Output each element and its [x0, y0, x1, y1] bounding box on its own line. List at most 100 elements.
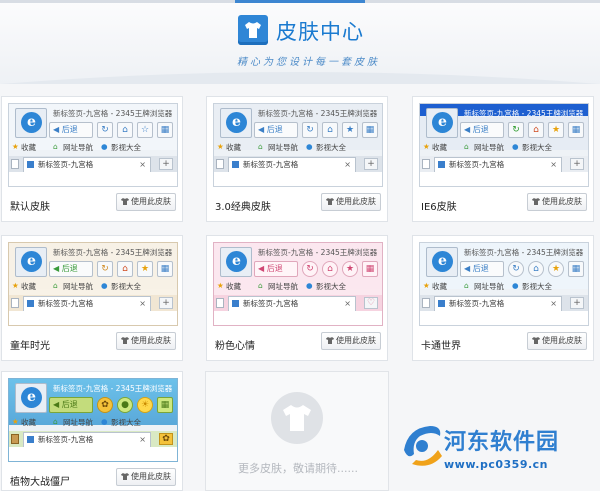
browser-logo-icon: e [426, 108, 458, 138]
video-label: 影视大全 [316, 282, 346, 291]
refresh-icon: ↻ [302, 122, 318, 138]
favorites-label: 收藏 [21, 143, 36, 152]
video-label: 影视大全 [522, 282, 552, 291]
favorites-label: 收藏 [226, 143, 241, 152]
use-skin-button[interactable]: 使用此皮肤 [527, 193, 587, 211]
skin-preview[interactable]: e 新标签页-九宫格 - 2345王牌浏览器 ◀ 后退 ↻ ⌂ ★ ▦ ★ 收藏… [213, 242, 383, 326]
preview-window-title: 新标签页-九宫格 - 2345王牌浏览器 [258, 109, 378, 118]
watermark-title: 河东软件园 [444, 430, 560, 455]
page-header: 皮肤中心 精心为您设计每一套皮肤 [0, 0, 600, 84]
use-skin-button[interactable]: 使用此皮肤 [116, 193, 176, 211]
shirt-icon [326, 198, 334, 205]
new-tab-icon: ✿ [159, 433, 173, 445]
home-icon: ⌂ [528, 261, 544, 277]
refresh-icon: ↻ [97, 122, 113, 138]
skin-center-logo-icon [238, 15, 268, 45]
skin-card-ie6: e 新标签页-九宫格 - 2345王牌浏览器 ◀ 后退 ↻ ⌂ ★ ▦ ★ 收藏… [412, 96, 594, 222]
nav-site-label: 网址导航 [474, 282, 504, 291]
star-icon: ★ [137, 261, 153, 277]
favorites-star-icon: ★ [12, 417, 19, 426]
nav-site-label: 网址导航 [63, 143, 93, 152]
new-tab-icon: ♡ [364, 297, 378, 309]
star-icon: ★ [548, 261, 564, 277]
shirt-icon [532, 198, 540, 205]
favorites-star-icon: ★ [217, 142, 224, 151]
grid-icon: ▦ [157, 397, 173, 413]
video-icon: ● [306, 142, 313, 151]
video-label: 影视大全 [111, 418, 141, 427]
favorites-label: 收藏 [21, 418, 36, 427]
favorites-label: 收藏 [432, 282, 447, 291]
favorites-label: 收藏 [226, 282, 241, 291]
home-icon: ⌂ [528, 122, 544, 138]
skin-preview[interactable]: e 新标签页-九宫格 - 2345王牌浏览器 ◀ 后退 ↻ ⌂ ★ ▦ ★ 收藏… [8, 242, 178, 326]
browser-logo-icon: e [220, 247, 252, 277]
star-icon: ☆ [137, 122, 153, 138]
nav-site-label: 网址导航 [268, 143, 298, 152]
video-label: 影视大全 [111, 282, 141, 291]
nav-site-icon: ⌂ [464, 142, 469, 151]
browser-logo-icon: e [220, 108, 252, 138]
back-button: ◀ 后退 [254, 261, 298, 277]
browser-logo-icon: e [15, 247, 47, 277]
preview-tab: 新标签页-九宫格 × [23, 157, 151, 172]
home-icon: ⌂ [117, 261, 133, 277]
use-skin-button[interactable]: 使用此皮肤 [116, 468, 176, 486]
preview-window-title: 新标签页-九宫格 - 2345王牌浏览器 [464, 248, 584, 257]
preview-tab: 新标签页-九宫格 × [23, 432, 151, 447]
skin-name: 童年时光 [10, 341, 50, 352]
refresh-icon: ↻ [508, 122, 524, 138]
nav-site-label: 网址导航 [474, 143, 504, 152]
sidebar-toggle-icon [422, 298, 430, 308]
use-skin-button[interactable]: 使用此皮肤 [321, 332, 381, 350]
preview-tab: 新标签页-九宫格 × [434, 157, 562, 172]
header-curve [0, 72, 600, 84]
more-skins-text: 更多皮肤，敬请期待...... [238, 462, 358, 475]
grid-icon: ▦ [568, 261, 584, 277]
watermark-url: www.pc0359.cn [444, 458, 549, 471]
home-icon: ⌂ [117, 122, 133, 138]
star-icon: ★ [342, 122, 358, 138]
refresh-icon: ↻ [508, 261, 524, 277]
back-button: ◀ 后退 [49, 122, 93, 138]
favorites-star-icon: ★ [12, 281, 19, 290]
use-skin-button[interactable]: 使用此皮肤 [321, 193, 381, 211]
nav-site-icon: ⌂ [53, 142, 58, 151]
shirt-icon [121, 473, 129, 480]
browser-logo-icon: e [426, 247, 458, 277]
new-tab-icon: + [570, 297, 584, 309]
sidebar-toggle-icon [11, 434, 19, 444]
video-icon: ● [306, 281, 313, 290]
skin-preview[interactable]: e 新标签页-九宫格 - 2345王牌浏览器 ◀ 后退 ↻ ⌂ ★ ▦ ★ 收藏… [419, 103, 589, 187]
skin-card-classic: e 新标签页-九宫格 - 2345王牌浏览器 ◀ 后退 ↻ ⌂ ★ ▦ ★ 收藏… [206, 96, 388, 222]
preview-window-title: 新标签页-九宫格 - 2345王牌浏览器 [53, 248, 173, 257]
shirt-icon [121, 198, 129, 205]
back-button: ◀ 后退 [460, 261, 504, 277]
skin-name: 粉色心情 [215, 341, 255, 352]
star-icon: ★ [342, 261, 358, 277]
grid-icon: ▦ [362, 122, 378, 138]
video-icon: ● [512, 281, 519, 290]
favorites-star-icon: ★ [12, 142, 19, 151]
use-skin-button[interactable]: 使用此皮肤 [116, 332, 176, 350]
preview-window-title: 新标签页-九宫格 - 2345王牌浏览器 [53, 384, 173, 393]
video-label: 影视大全 [316, 143, 346, 152]
skin-preview[interactable]: e 新标签页-九宫格 - 2345王牌浏览器 ◀ 后退 ↻ ⌂ ★ ▦ ★ 收藏… [419, 242, 589, 326]
sidebar-toggle-icon [11, 298, 19, 308]
nav-site-label: 网址导航 [268, 282, 298, 291]
favorites-star-icon: ★ [423, 142, 430, 151]
peashooter-icon: ● [117, 397, 133, 413]
site-watermark: 河东软件园 www.pc0359.cn [398, 418, 598, 488]
skin-preview[interactable]: e 新标签页-九宫格 - 2345王牌浏览器 ◀ 后退 ✿ ● ☀ ▦ ★ 收藏… [8, 378, 178, 462]
sun-icon: ☀ [137, 397, 153, 413]
skin-card-pvz: e 新标签页-九宫格 - 2345王牌浏览器 ◀ 后退 ✿ ● ☀ ▦ ★ 收藏… [1, 371, 183, 491]
preview-tab: 新标签页-九宫格 × [228, 296, 356, 311]
skin-preview[interactable]: e 新标签页-九宫格 - 2345王牌浏览器 ◀ 后退 ↻ ⌂ ☆ ▦ ★ 收藏… [8, 103, 178, 187]
nav-site-label: 网址导航 [63, 282, 93, 291]
skin-preview[interactable]: e 新标签页-九宫格 - 2345王牌浏览器 ◀ 后退 ↻ ⌂ ★ ▦ ★ 收藏… [213, 103, 383, 187]
skin-card-childhood: e 新标签页-九宫格 - 2345王牌浏览器 ◀ 后退 ↻ ⌂ ★ ▦ ★ 收藏… [1, 235, 183, 361]
skin-card-default: e 新标签页-九宫格 - 2345王牌浏览器 ◀ 后退 ↻ ⌂ ☆ ▦ ★ 收藏… [1, 96, 183, 222]
use-skin-button[interactable]: 使用此皮肤 [527, 332, 587, 350]
sidebar-toggle-icon [11, 159, 19, 169]
home-icon: ⌂ [322, 122, 338, 138]
